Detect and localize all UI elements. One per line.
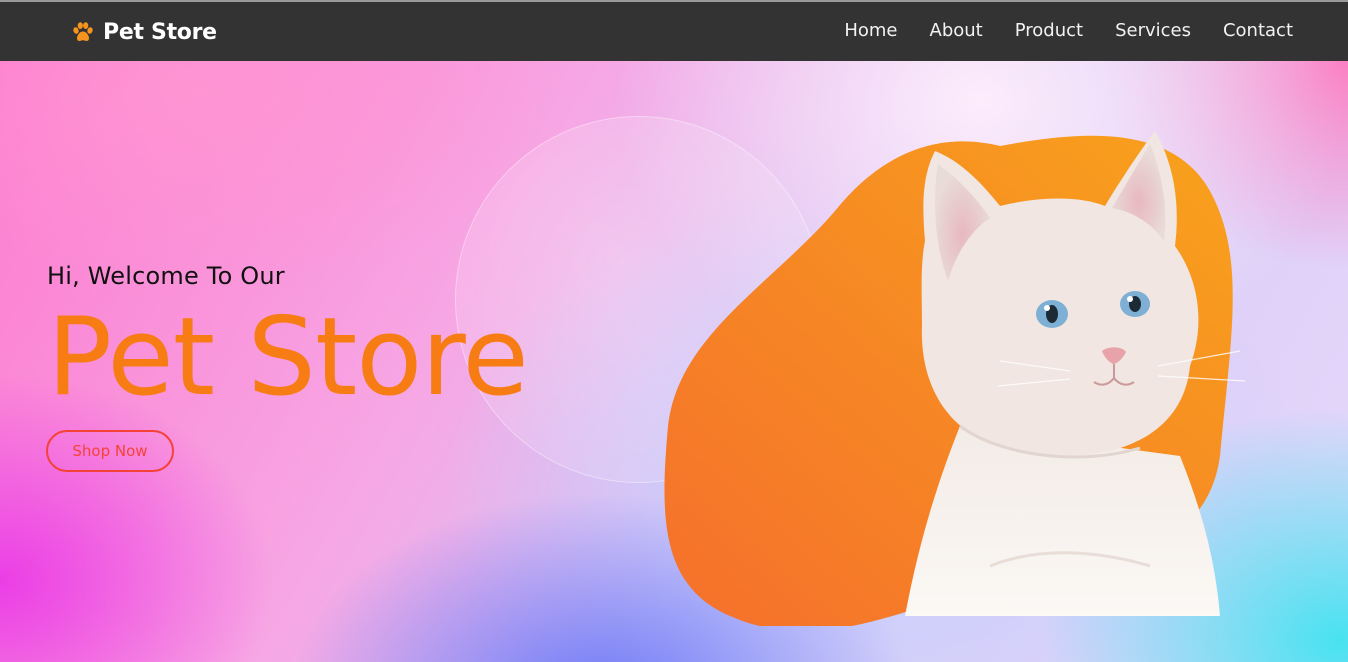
kitten-photo <box>664 131 1246 626</box>
nav-product[interactable]: Product <box>1015 19 1083 43</box>
hero-section: Hi, Welcome To Our Pet Store Shop Now <box>0 61 1348 662</box>
brand-name: Pet Store <box>103 19 217 45</box>
top-navbar: Pet Store Home About Product Services Co… <box>0 2 1348 61</box>
nav-about[interactable]: About <box>930 19 983 43</box>
nav-links: Home About Product Services Contact <box>812 19 1293 43</box>
shop-now-button[interactable]: Shop Now <box>46 430 174 472</box>
hero-greeting: Hi, Welcome To Our <box>47 262 285 290</box>
nav-contact[interactable]: Contact <box>1223 19 1293 43</box>
hero-title: Pet Store <box>47 295 529 420</box>
paw-icon <box>73 22 93 41</box>
brand-logo[interactable]: Pet Store <box>71 17 217 47</box>
nav-home[interactable]: Home <box>844 19 897 43</box>
nav-services[interactable]: Services <box>1115 19 1191 43</box>
